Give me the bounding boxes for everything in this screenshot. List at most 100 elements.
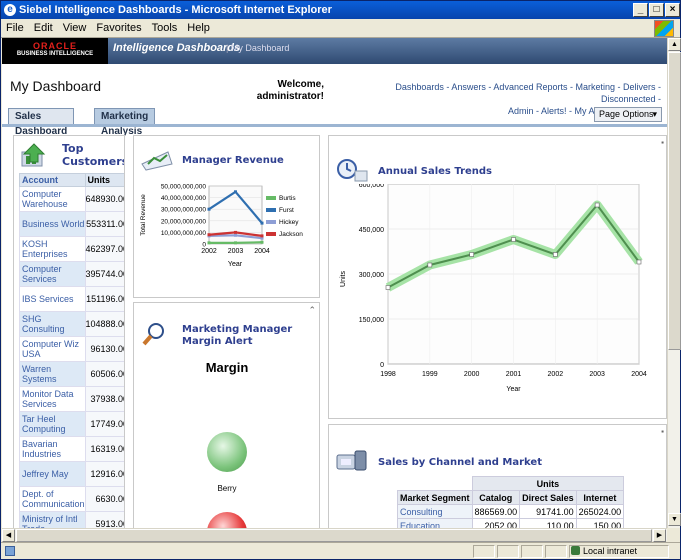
account-link[interactable]: SHG Consulting bbox=[19, 311, 86, 337]
data-point bbox=[594, 202, 600, 208]
segment-cell[interactable]: Education bbox=[397, 518, 473, 528]
status-segment bbox=[473, 545, 495, 558]
x-tick-label: 2000 bbox=[464, 371, 480, 378]
data-point bbox=[234, 233, 237, 237]
x-tick-label: 1999 bbox=[422, 371, 438, 378]
menu-tools[interactable]: Tools bbox=[147, 19, 183, 37]
annual-sales-panel: ▪ Annual Sales Trends 600,000 450,000 300,… bbox=[328, 135, 667, 419]
data-point bbox=[260, 234, 264, 238]
page-options-button[interactable]: Page Options bbox=[594, 107, 662, 122]
ie-icon: e bbox=[4, 4, 16, 16]
top-customers-panel: Top Customers Account Units Computer Ware… bbox=[13, 135, 125, 528]
global-links-line1[interactable]: Dashboards - Answers - Advanced Reports … bbox=[341, 81, 661, 105]
table-row: Consulting 886569.00 91741.00 265024.00 bbox=[397, 504, 625, 519]
col-internet: Internet bbox=[575, 490, 625, 505]
y-axis-label: Units bbox=[340, 271, 347, 287]
status-light-green bbox=[207, 432, 247, 472]
data-point bbox=[511, 237, 516, 242]
menu-favorites[interactable]: Favorites bbox=[91, 19, 146, 37]
table-row: Bavarian Industries 16319.00 bbox=[19, 436, 124, 462]
col-account[interactable]: Account bbox=[19, 173, 86, 187]
close-button[interactable]: × bbox=[665, 3, 680, 17]
margin-heading: Margin bbox=[205, 360, 249, 375]
account-link[interactable]: Bavarian Industries bbox=[19, 436, 86, 462]
data-point bbox=[207, 241, 211, 245]
magnifier-icon bbox=[142, 323, 164, 346]
account-link[interactable]: Warren Systems bbox=[19, 361, 86, 387]
data-point bbox=[234, 230, 237, 234]
data-point bbox=[427, 262, 433, 268]
account-link[interactable]: Dept. of Communication bbox=[19, 486, 86, 512]
menu-help[interactable]: Help bbox=[182, 19, 215, 37]
horizontal-scroll-thumb[interactable] bbox=[16, 529, 652, 542]
vertical-scroll-thumb[interactable] bbox=[668, 52, 681, 350]
y-tick-label: 20,000,000,000 bbox=[161, 218, 207, 225]
account-link[interactable]: Business World bbox=[19, 211, 86, 237]
scroll-up-icon[interactable]: ▲ bbox=[668, 38, 681, 51]
page-icon bbox=[5, 546, 15, 556]
table-row: Business World 553311.00 bbox=[19, 211, 124, 237]
browser-window: e Siebel Intelligence Dashboards - Micro… bbox=[0, 0, 681, 560]
menu-bar: File Edit View Favorites Tools Help bbox=[1, 19, 680, 38]
title-bar: e Siebel Intelligence Dashboards - Micro… bbox=[1, 1, 680, 19]
units-cell: 12916.00 bbox=[84, 461, 124, 487]
account-link[interactable]: Computer Services bbox=[19, 261, 86, 287]
panel-marker: ▪ bbox=[661, 427, 664, 436]
table-row: Computer Warehouse 648930.00 bbox=[19, 186, 124, 212]
top-customers-title-1: Top bbox=[62, 142, 84, 155]
units-cell: 5913.00 bbox=[84, 511, 124, 528]
account-link[interactable]: Ministry of Intl Trade bbox=[19, 511, 86, 528]
margin-alert-title: Marketing Manager Margin Alert bbox=[182, 324, 293, 347]
annual-sales-chart: 600,000 450,000 300,000 150,000 0 1998 1999 200… bbox=[340, 184, 647, 393]
x-tick-label: 2001 bbox=[506, 371, 522, 378]
tab-marketing-analysis[interactable]: Marketing Analysis bbox=[94, 108, 156, 137]
units-cell: 553311.00 bbox=[84, 211, 124, 237]
banner-title: Intelligence Dashboards bbox=[113, 42, 241, 54]
x-tick-label: 2003 bbox=[228, 248, 244, 255]
segment-cell[interactable]: Consulting bbox=[397, 504, 473, 519]
table-row: Tar Heel Computing 17749.00 bbox=[19, 411, 124, 437]
intranet-icon bbox=[571, 546, 580, 555]
account-link[interactable]: Jeffrey May bbox=[19, 461, 86, 487]
account-link[interactable]: IBS Services bbox=[19, 286, 86, 312]
y-tick-label: 10,000,000,000 bbox=[161, 230, 207, 237]
data-point bbox=[385, 285, 391, 290]
vertical-scrollbar[interactable]: ▲ ▼ bbox=[667, 38, 681, 528]
account-link[interactable]: Computer Wiz USA bbox=[19, 336, 86, 362]
account-link[interactable]: Monitor Data Services bbox=[19, 386, 86, 412]
x-tick-label: 2004 bbox=[254, 248, 270, 255]
horizontal-scrollbar[interactable]: ◀ ▶ bbox=[2, 528, 667, 542]
x-tick-label: 2002 bbox=[548, 371, 564, 378]
units-cell: 104888.00 bbox=[84, 311, 124, 337]
scroll-right-icon[interactable]: ▶ bbox=[653, 529, 666, 542]
units-cell: 6630.00 bbox=[84, 486, 124, 512]
menu-edit[interactable]: Edit bbox=[29, 19, 58, 37]
account-link[interactable]: Computer Warehouse bbox=[19, 186, 86, 212]
table-row: Jeffrey May 12916.00 bbox=[19, 461, 124, 487]
chart-icon bbox=[21, 143, 46, 167]
minimize-button[interactable]: _ bbox=[633, 3, 648, 17]
menu-file[interactable]: File bbox=[1, 19, 29, 37]
account-link[interactable]: KOSH Enterprises bbox=[19, 236, 86, 262]
scroll-left-icon[interactable]: ◀ bbox=[2, 529, 15, 542]
legend-swatch bbox=[266, 220, 276, 224]
annual-sales-title: Annual Sales Trends bbox=[378, 166, 493, 177]
table-row: KOSH Enterprises 462397.00 bbox=[19, 236, 124, 262]
banner-crumb[interactable]: My Dashboard bbox=[226, 43, 290, 53]
col-units: Units bbox=[84, 173, 124, 187]
maximize-button[interactable]: □ bbox=[649, 3, 664, 17]
y-tick-label: 300,000 bbox=[359, 272, 384, 279]
top-customers-title-2: Customers bbox=[62, 155, 125, 168]
value-cell: 91741.00 bbox=[519, 504, 577, 519]
status-light-red bbox=[207, 512, 247, 528]
scroll-down-icon[interactable]: ▼ bbox=[668, 513, 681, 526]
units-cell: 60506.00 bbox=[84, 361, 124, 387]
account-link[interactable]: Tar Heel Computing bbox=[19, 411, 86, 437]
manager-revenue-panel: Manager Revenue 50,000,000,000 40,000,000… bbox=[133, 135, 320, 298]
status-bar: Local intranet bbox=[1, 542, 680, 559]
table-row: SHG Consulting 104888.00 bbox=[19, 311, 124, 337]
tab-sales-dashboard[interactable]: Sales Dashboard bbox=[8, 108, 75, 137]
dashboard-app: ORACLE BUSINESS INTELLIGENCE Intelligenc… bbox=[2, 38, 667, 528]
collapse-icon[interactable]: ⌃ bbox=[308, 305, 316, 316]
menu-view[interactable]: View bbox=[58, 19, 92, 37]
